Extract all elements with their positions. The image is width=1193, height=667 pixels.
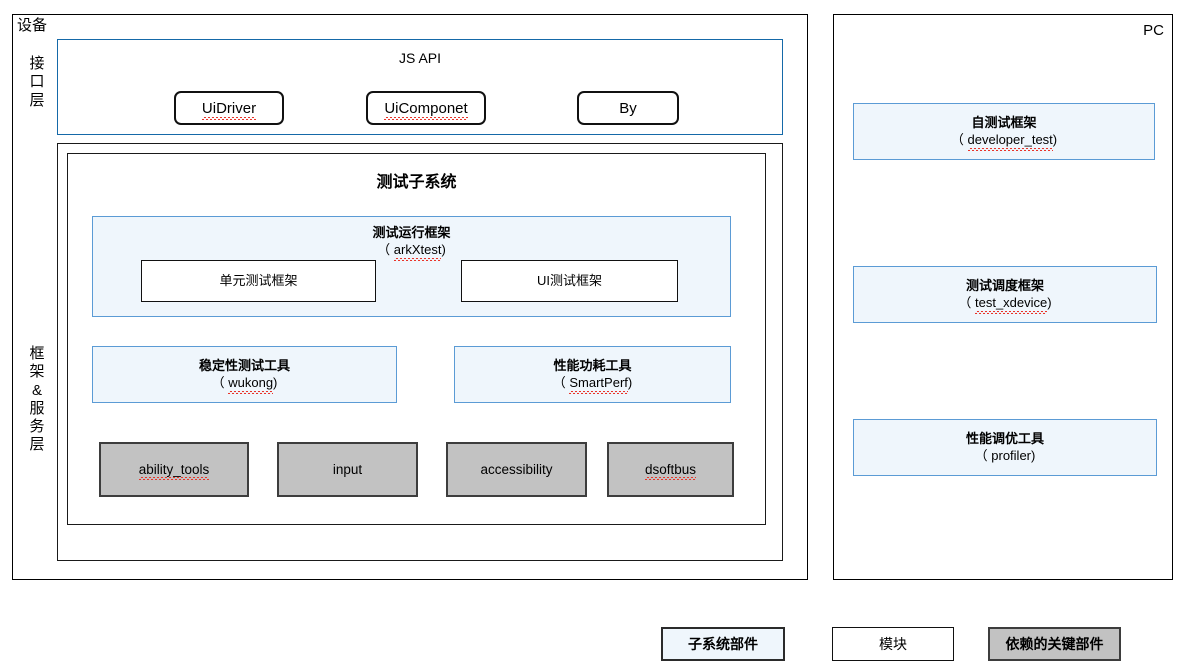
component-test-scheduling-framework-name: 测试调度框架 [965, 277, 1044, 293]
api-chip-uicomponet[interactable]: UiComponet [366, 91, 486, 125]
api-chip-uicomponet-label: UiComponet [384, 99, 469, 120]
component-stability-test-tool-name: 稳定性测试工具 [198, 357, 290, 373]
component-stability-test-tool-package: （ wukong) [211, 374, 278, 394]
legend-key-dependency: 依赖的关键部件 [988, 627, 1121, 661]
legend-subsystem-component: 子系统部件 [661, 627, 785, 661]
component-self-test-framework[interactable]: 自测试框架 （ developer_test) [853, 103, 1155, 160]
component-test-scheduling-framework-package-word: test_xdevice [975, 294, 1048, 314]
module-unit-test-framework-label: 单元测试框架 [219, 272, 298, 288]
device-panel-tag: 设备 [17, 17, 48, 34]
dependency-ability-tools-label: ability_tools [138, 462, 210, 480]
component-test-run-framework-package: （ arkXtest) [377, 241, 446, 261]
pc-panel-tag: PC [1143, 22, 1164, 39]
api-chip-by-label: By [619, 99, 637, 117]
component-test-run-framework-name: 测试运行框架 [372, 225, 451, 240]
dependency-accessibility-label: accessibility [480, 462, 553, 477]
component-stability-test-tool[interactable]: 稳定性测试工具 （ wukong) [92, 346, 397, 403]
component-test-run-framework[interactable]: 测试运行框架 （ arkXtest) 单元测试框架 UI测试框架 [92, 216, 731, 317]
component-performance-power-tool-package-word: SmartPerf [569, 374, 628, 394]
module-unit-test-framework[interactable]: 单元测试框架 [141, 260, 376, 302]
test-subsystem-title: 测试子系统 [376, 174, 457, 191]
api-chip-uidriver-label: UiDriver [201, 99, 257, 120]
component-self-test-framework-package: （ developer_test) [950, 131, 1058, 151]
component-stability-test-tool-package-word: wukong [228, 374, 274, 394]
layer-label-interface: 接口层 [29, 55, 45, 109]
device-panel: 设备 接口层 框架&服务层 JS API UiDriver UiComponet… [12, 14, 808, 580]
dependency-dsoftbus-label: dsoftbus [644, 462, 697, 480]
dependency-accessibility[interactable]: accessibility [446, 442, 587, 497]
legend-key-dependency-label: 依赖的关键部件 [1005, 636, 1104, 652]
js-api-title: JS API [398, 50, 442, 66]
layer-label-framework-service: 框架&服务层 [29, 345, 45, 454]
component-test-scheduling-framework[interactable]: 测试调度框架 （ test_xdevice) [853, 266, 1157, 323]
dependency-input[interactable]: input [277, 442, 418, 497]
component-test-run-framework-package-word: arkXtest [393, 241, 442, 261]
component-performance-power-tool-name: 性能功耗工具 [553, 357, 632, 373]
module-ui-test-framework-label: UI测试框架 [536, 272, 602, 288]
js-api-container: JS API UiDriver UiComponet By [57, 39, 783, 135]
api-chip-by[interactable]: By [577, 91, 679, 125]
module-ui-test-framework[interactable]: UI测试框架 [461, 260, 678, 302]
component-performance-power-tool[interactable]: 性能功耗工具 （ SmartPerf) [454, 346, 731, 403]
framework-service-frame: 测试子系统 测试运行框架 （ arkXtest) 单元测试框架 UI测试框架 稳… [57, 143, 783, 561]
component-test-scheduling-framework-package: （ test_xdevice) [958, 294, 1052, 314]
legend-module: 模块 [832, 627, 954, 661]
component-self-test-framework-name: 自测试框架 [971, 114, 1037, 130]
dependency-input-label: input [332, 462, 363, 477]
api-chip-uidriver[interactable]: UiDriver [174, 91, 284, 125]
dependency-dsoftbus[interactable]: dsoftbus [607, 442, 734, 497]
test-subsystem-frame: 测试子系统 测试运行框架 （ arkXtest) 单元测试框架 UI测试框架 稳… [67, 153, 766, 525]
component-self-test-framework-package-word: developer_test [967, 131, 1054, 151]
component-performance-tuning-tool-package: （ profiler) [974, 447, 1036, 463]
component-performance-tuning-tool-name: 性能调优工具 [965, 430, 1044, 446]
component-performance-tuning-tool-package-word: profiler [991, 447, 1032, 463]
legend-module-label: 模块 [879, 636, 907, 652]
dependency-ability-tools[interactable]: ability_tools [99, 442, 249, 497]
component-performance-power-tool-package: （ SmartPerf) [552, 374, 633, 394]
component-performance-tuning-tool[interactable]: 性能调优工具 （ profiler) [853, 419, 1157, 476]
pc-panel: PC 自测试框架 （ developer_test) 测试调度框架 （ test… [833, 14, 1173, 580]
legend-subsystem-component-label: 子系统部件 [688, 636, 758, 652]
